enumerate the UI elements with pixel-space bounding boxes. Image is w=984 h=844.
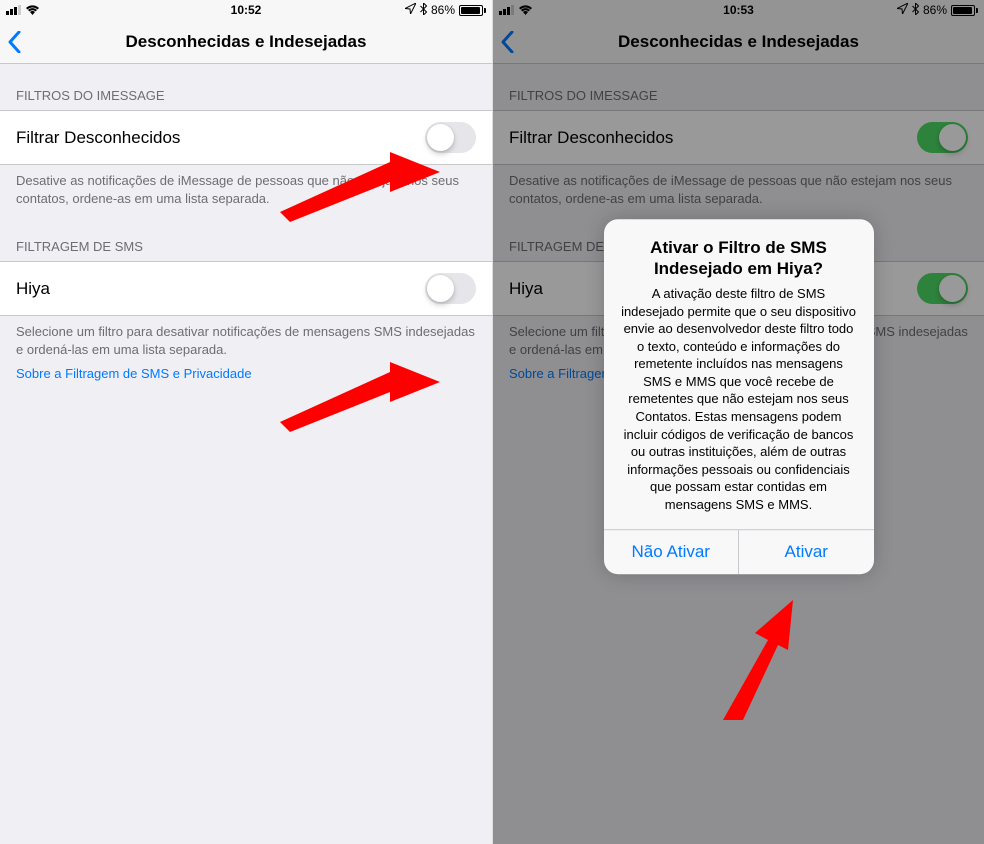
wifi-icon [25, 3, 40, 18]
hiya-label: Hiya [16, 279, 50, 299]
battery-percent: 86% [431, 3, 455, 17]
alert-dialog: Ativar o Filtro de SMS Indesejado em Hiy… [604, 219, 874, 575]
signal-icon [6, 5, 21, 15]
filter-unknown-label: Filtrar Desconhecidos [16, 128, 180, 148]
alert-title: Ativar o Filtro de SMS Indesejado em Hiy… [620, 237, 858, 280]
bluetooth-icon [420, 3, 427, 18]
alert-cancel-button[interactable]: Não Ativar [604, 530, 740, 574]
phone-right: 10:53 86% Desconhecidas e Indesejadas FI… [492, 0, 984, 844]
hiya-switch[interactable] [425, 273, 476, 304]
section-footer-sms: Selecione um filtro para desativar notif… [0, 316, 492, 366]
back-button[interactable] [8, 20, 21, 63]
status-time: 10:52 [231, 3, 262, 17]
alert-message: A ativação deste filtro de SMS indesejad… [620, 285, 858, 513]
status-right: 86% [405, 3, 486, 18]
alert-confirm-button[interactable]: Ativar [739, 530, 874, 574]
filter-unknown-switch[interactable] [425, 122, 476, 153]
nav-bar: Desconhecidas e Indesejadas [0, 20, 492, 64]
section-header-sms: FILTRAGEM DE SMS [0, 215, 492, 261]
status-left [6, 3, 40, 18]
section-footer-imessage: Desative as notificações de iMessage de … [0, 165, 492, 215]
privacy-link[interactable]: Sobre a Filtragem de SMS e Privacidade [0, 366, 492, 389]
filter-unknown-cell[interactable]: Filtrar Desconhecidos [0, 110, 492, 165]
hiya-cell[interactable]: Hiya [0, 261, 492, 316]
battery-icon [459, 5, 486, 16]
section-header-imessage: FILTROS DO IMESSAGE [0, 64, 492, 110]
status-bar: 10:52 86% [0, 0, 492, 20]
phone-left: 10:52 86% Desconhecidas e Indesejadas FI… [0, 0, 492, 844]
location-icon [405, 3, 416, 17]
page-title: Desconhecidas e Indesejadas [126, 32, 367, 52]
